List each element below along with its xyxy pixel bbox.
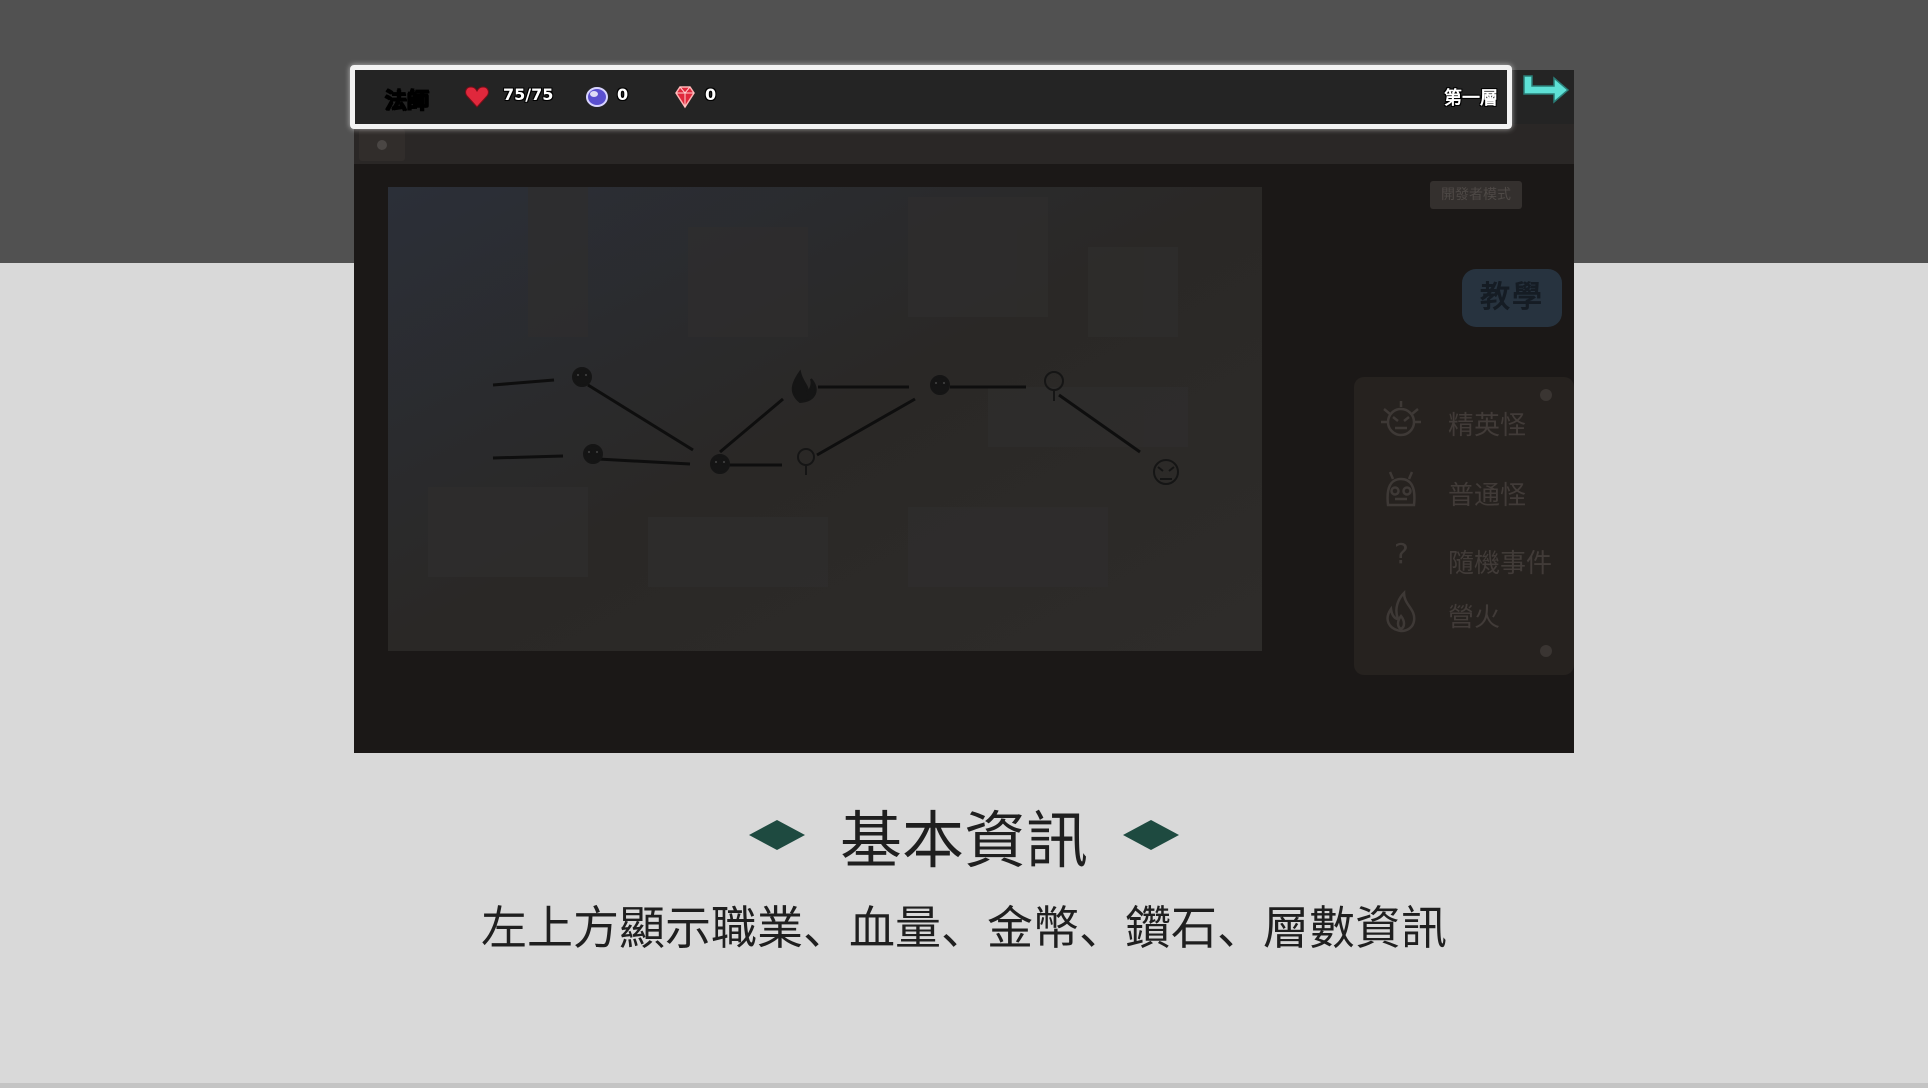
coin-icon bbox=[586, 87, 608, 107]
legend-label: 隨機事件 bbox=[1448, 549, 1553, 579]
game-window: 開發者模式 教學 精英怪 普通怪 ? 隨機事件 營火 bbox=[354, 70, 1574, 753]
caption-subtitle: 左上方顯示職業、血量、金幣、鑽石、層數資訊 bbox=[481, 901, 1447, 955]
heart-icon bbox=[465, 86, 489, 108]
toolbar: 開發者模式 bbox=[354, 124, 1574, 209]
caption-title: 基本資訊 bbox=[839, 804, 1088, 877]
caption-row: 基本資訊 bbox=[0, 790, 1928, 880]
exit-arrow-icon[interactable] bbox=[1518, 72, 1572, 110]
legend-label: 普通怪 bbox=[1448, 481, 1527, 511]
dot-icon bbox=[377, 140, 387, 150]
elite-monster-icon bbox=[1381, 401, 1421, 437]
bottom-divider bbox=[0, 1083, 1928, 1088]
bottom-bar bbox=[354, 683, 1574, 753]
diamond-value: 0 bbox=[705, 85, 717, 104]
hud-highlight-frame: 法師 75/75 0 0 第一層 bbox=[350, 65, 1512, 129]
question-mark-icon: ? bbox=[1394, 537, 1409, 570]
right-diamond-icon bbox=[1123, 820, 1180, 850]
normal-monster-node[interactable] bbox=[583, 444, 603, 464]
normal-monster-node[interactable] bbox=[710, 454, 730, 474]
scroll-dot bbox=[1540, 645, 1552, 657]
map-svg bbox=[388, 187, 1262, 651]
tutorial-button[interactable]: 教學 bbox=[1462, 269, 1562, 327]
svg-text:?: ? bbox=[1394, 537, 1409, 570]
class-label: 法師 bbox=[384, 89, 430, 115]
scroll-dot bbox=[1540, 389, 1552, 401]
legend-label: 營火 bbox=[1448, 603, 1501, 633]
dev-mode-button[interactable]: 開發者模式 bbox=[1430, 181, 1522, 209]
normal-monster-node[interactable] bbox=[930, 375, 950, 395]
hp-value: 75/75 bbox=[503, 85, 554, 104]
floor-label: 第一層 bbox=[1444, 88, 1498, 109]
normal-monster-node[interactable] bbox=[572, 367, 592, 387]
diamond-icon bbox=[675, 86, 695, 109]
menu-button[interactable] bbox=[359, 129, 405, 161]
left-diamond-icon bbox=[748, 820, 805, 850]
map-area bbox=[388, 187, 1262, 651]
coin-value: 0 bbox=[617, 85, 629, 104]
normal-monster-icon bbox=[1386, 471, 1416, 507]
campfire-icon bbox=[1386, 589, 1416, 633]
map-legend: 精英怪 普通怪 ? 隨機事件 營火 bbox=[1354, 377, 1574, 675]
legend-label: 精英怪 bbox=[1448, 411, 1527, 441]
hud-info-row: 法師 75/75 0 0 第一層 bbox=[355, 70, 1507, 124]
